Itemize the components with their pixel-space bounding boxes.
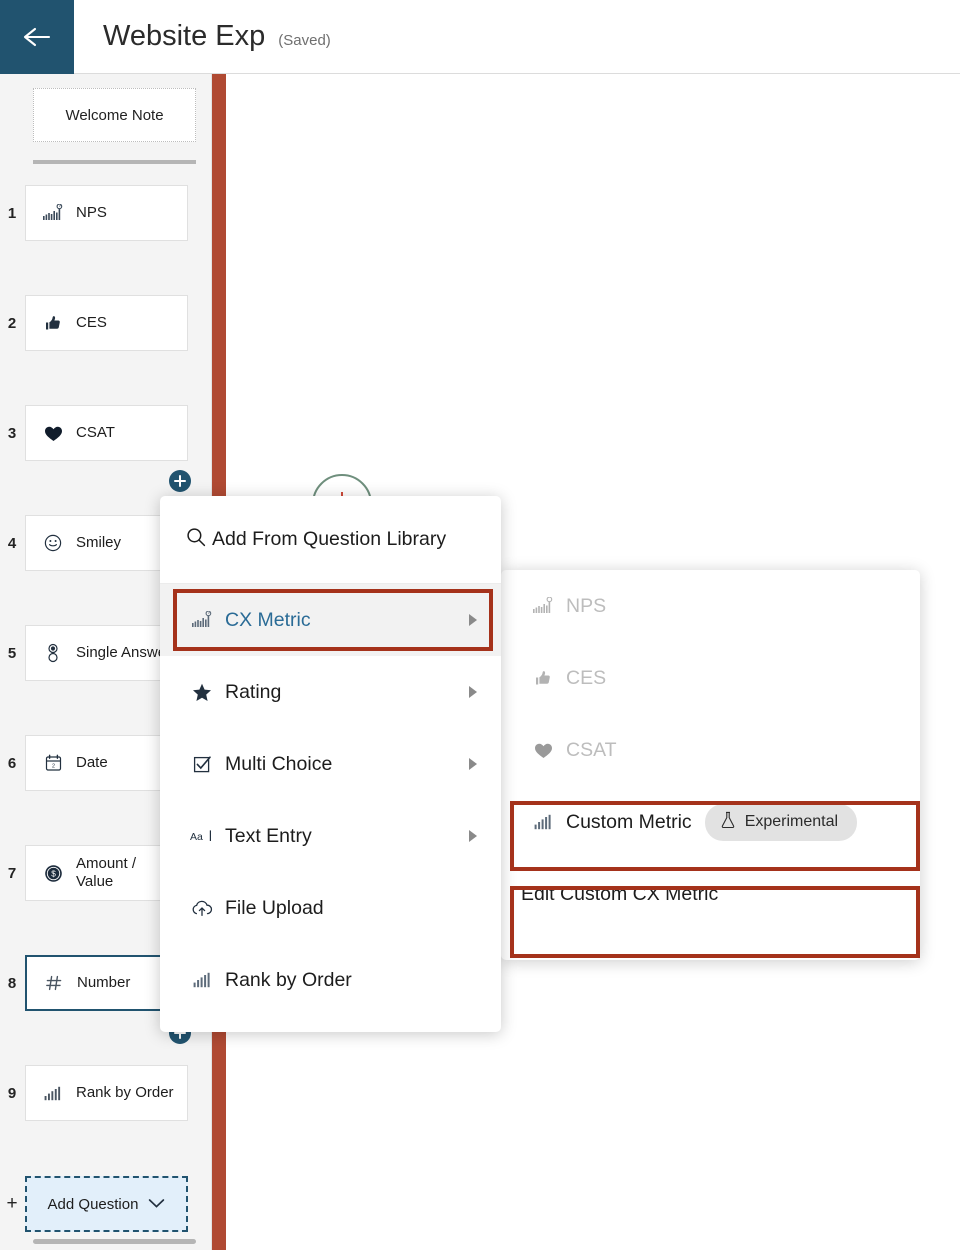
submenu-item-label: CES <box>566 666 607 689</box>
question-label: Number <box>77 973 131 991</box>
svg-text:$: $ <box>51 869 56 878</box>
question-card-nps[interactable]: NPS <box>25 185 188 241</box>
submenu-item-label: CSAT <box>566 738 617 761</box>
nps-gauge-bars-icon <box>531 597 555 615</box>
app-header: Website Exp (Saved) <box>0 0 960 74</box>
question-number: 8 <box>7 974 17 992</box>
submenu-item-custom-metric[interactable]: Custom Metric Experimental <box>501 786 920 858</box>
submenu-item-label: NPS <box>566 594 607 617</box>
nps-gauge-bars-icon <box>190 611 214 629</box>
question-number: 2 <box>7 314 17 332</box>
welcome-note-label: Welcome Note <box>65 106 164 124</box>
calendar-icon: 2 <box>40 754 66 772</box>
star-icon <box>190 683 214 702</box>
question-label: Single Answer <box>76 643 172 661</box>
welcome-note-card[interactable]: Welcome Note <box>33 88 196 142</box>
menu-item-text-entry[interactable]: Aa Text Entry <box>160 800 501 872</box>
menu-item-label: CX Metric <box>225 608 311 631</box>
thumbs-up-icon <box>40 314 66 332</box>
chevron-right-icon <box>469 758 477 770</box>
question-label: CSAT <box>76 423 115 441</box>
question-label: Date <box>76 753 108 771</box>
question-label: CES <box>76 313 107 331</box>
chevron-down-icon <box>148 1196 165 1213</box>
page-title: Website Exp <box>103 20 266 52</box>
question-number: 6 <box>7 754 17 772</box>
heart-icon <box>531 742 555 759</box>
add-question-label: Add Question <box>47 1195 139 1213</box>
chevron-right-icon <box>469 686 477 698</box>
question-card-csat[interactable]: CSAT <box>25 405 188 461</box>
menu-item-label: Rank by Order <box>225 968 352 991</box>
submenu-item-nps[interactable]: NPS <box>501 570 920 642</box>
submenu-item-csat[interactable]: CSAT <box>501 714 920 786</box>
smiley-face-icon <box>40 534 66 552</box>
radio-button-icon <box>40 643 66 663</box>
app-root: Website Exp (Saved) Welcome Note 1 NPS 2… <box>0 0 960 1250</box>
menu-item-cx-metric[interactable]: CX Metric <box>160 584 501 656</box>
add-from-question-library-item[interactable]: Add From Question Library <box>160 496 501 584</box>
question-number: 5 <box>7 644 17 662</box>
sidebar-question-1: 1 NPS <box>0 185 212 241</box>
bar-rank-icon <box>531 814 555 830</box>
menu-item-label: Text Entry <box>225 824 312 847</box>
sidebar-question-3: 3 CSAT <box>0 405 212 461</box>
saved-status: (Saved) <box>278 32 331 49</box>
back-button[interactable] <box>0 0 74 74</box>
bar-rank-icon <box>40 1086 66 1101</box>
experimental-badge: Experimental <box>704 803 858 841</box>
add-question-menu: Add From Question Library CX Metric Rati… <box>160 496 501 1032</box>
menu-item-file-upload[interactable]: File Upload <box>160 872 501 944</box>
welcome-note-divider <box>33 160 196 164</box>
sidebar-question-2: 2 CES <box>0 295 212 351</box>
hash-icon <box>41 974 67 992</box>
menu-item-label: Multi Choice <box>225 752 333 775</box>
question-number: 7 <box>7 864 17 882</box>
heart-icon <box>40 425 66 442</box>
question-number: 1 <box>7 204 17 222</box>
question-label: NPS <box>76 203 107 221</box>
question-number: 4 <box>7 534 17 552</box>
question-label: Rank by Order <box>76 1083 174 1101</box>
sidebar-question-9: 9 Rank by Order <box>0 1065 212 1121</box>
add-question-row: + Add Question <box>0 1176 212 1232</box>
cloud-upload-icon <box>190 900 214 917</box>
svg-text:2: 2 <box>52 764 55 770</box>
submenu-item-label: Edit Custom CX Metric <box>521 882 719 905</box>
submenu-item-label: Custom Metric <box>566 810 692 833</box>
add-question-inline-button-1[interactable] <box>169 470 191 492</box>
submenu-item-edit-custom-cx-metric[interactable]: Edit Custom CX Metric <box>501 858 920 930</box>
menu-item-label: Rating <box>225 680 282 703</box>
dollar-coin-icon: $ <box>40 864 66 883</box>
menu-item-label: File Upload <box>225 896 324 919</box>
question-label: Amount / Value <box>76 854 137 890</box>
experimental-badge-label: Experimental <box>744 813 839 830</box>
chevron-right-icon <box>469 830 477 842</box>
add-from-question-library-label: Add From Question Library <box>212 528 447 550</box>
flask-icon <box>720 811 736 834</box>
arrow-left-icon <box>22 26 52 48</box>
submenu-item-ces[interactable]: CES <box>501 642 920 714</box>
add-question-button[interactable]: Add Question <box>25 1176 188 1232</box>
question-number: 3 <box>7 424 17 442</box>
question-label: Smiley <box>76 533 122 551</box>
add-question-plus-label: + <box>6 1193 18 1214</box>
chevron-right-icon <box>469 614 477 626</box>
svg-text:Aa: Aa <box>190 831 203 843</box>
menu-item-rank-by-order[interactable]: Rank by Order <box>160 944 501 1016</box>
question-number: 9 <box>7 1084 17 1102</box>
checkbox-icon <box>190 755 214 774</box>
bar-rank-icon <box>190 972 214 988</box>
question-card-ces[interactable]: CES <box>25 295 188 351</box>
text-aa-icon: Aa <box>190 828 214 844</box>
menu-item-multi-choice[interactable]: Multi Choice <box>160 728 501 800</box>
sidebar-scrollbar[interactable] <box>33 1239 196 1244</box>
thumbs-up-icon <box>531 669 555 687</box>
nps-gauge-bars-icon <box>40 204 66 222</box>
cx-metric-submenu: NPS CES CSAT Custom Metric Experimental … <box>501 570 920 960</box>
menu-item-rating[interactable]: Rating <box>160 656 501 728</box>
question-card-rank-by-order[interactable]: Rank by Order <box>25 1065 188 1121</box>
search-icon <box>186 527 206 552</box>
